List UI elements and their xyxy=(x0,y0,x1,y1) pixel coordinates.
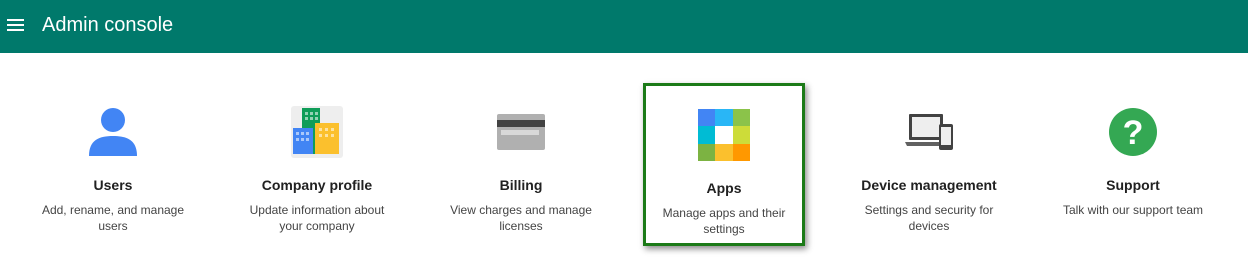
card-title: Apps xyxy=(706,180,742,196)
card-description: Update information about your company xyxy=(249,203,385,233)
card-description: Settings and security for devices xyxy=(864,203,994,233)
card-description: Add, rename, and manage users xyxy=(41,203,185,233)
card-description: Manage apps and their settings xyxy=(662,206,786,236)
users-icon xyxy=(89,108,137,156)
card-support[interactable]: ? Support Talk with our support team xyxy=(1033,53,1233,259)
card-title: Company profile xyxy=(261,177,373,193)
card-apps[interactable]: Apps Manage apps and their settings xyxy=(643,83,805,246)
company-profile-icon xyxy=(291,106,343,158)
card-billing[interactable]: Billing View charges and manage licenses xyxy=(421,53,621,259)
card-title: Device management xyxy=(861,177,997,193)
hamburger-menu-icon[interactable] xyxy=(7,17,24,34)
app-title: Admin console xyxy=(42,14,174,36)
card-description: View charges and manage licenses xyxy=(450,203,592,233)
support-icon: ? xyxy=(1109,108,1157,156)
top-app-bar: Admin console xyxy=(0,0,1248,53)
card-title: Users xyxy=(93,177,133,193)
card-title: Billing xyxy=(499,177,543,193)
card-description: Talk with our support team xyxy=(1062,203,1204,217)
card-company-profile[interactable]: Company profile Update information about… xyxy=(217,53,417,259)
card-users[interactable]: Users Add, rename, and manage users xyxy=(13,53,213,259)
svg-text:?: ? xyxy=(1123,114,1144,152)
card-title: Support xyxy=(1106,177,1160,193)
admin-cards-grid: Users Add, rename, and manage users Comp… xyxy=(0,53,1248,259)
card-device-management[interactable]: Device management Settings and security … xyxy=(829,53,1029,259)
apps-icon xyxy=(698,109,750,161)
device-management-icon xyxy=(905,114,953,150)
billing-icon xyxy=(497,114,545,150)
